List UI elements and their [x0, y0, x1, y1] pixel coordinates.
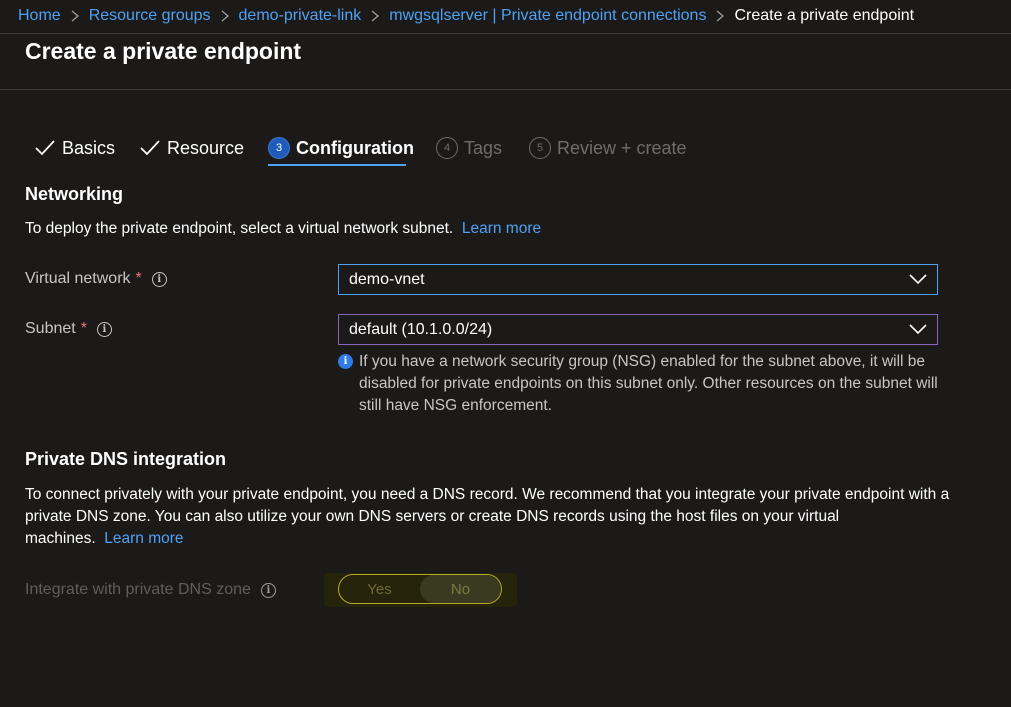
checkmark-icon: [34, 139, 56, 157]
tab-basics[interactable]: Basics: [34, 130, 115, 166]
info-icon[interactable]: i: [260, 582, 276, 598]
tab-tags[interactable]: 4 Tags: [436, 130, 502, 166]
virtual-network-label-text: Virtual network: [25, 270, 131, 287]
subnet-dropdown[interactable]: default (10.1.0.0/24): [338, 314, 938, 345]
info-icon[interactable]: i: [96, 321, 112, 337]
chevron-right-icon: [706, 7, 734, 25]
breadcrumb: Home Resource groups demo-private-link m…: [18, 7, 914, 25]
subnet-label-text: Subnet: [25, 320, 76, 337]
active-tab-indicator: [268, 164, 406, 166]
networking-learn-more-link[interactable]: Learn more: [462, 220, 541, 237]
integrate-dns-label-text: Integrate with private DNS zone: [25, 581, 251, 598]
breadcrumb-current: Create a private endpoint: [734, 7, 915, 24]
checkmark-icon: [139, 139, 161, 157]
header-divider: [0, 33, 1011, 34]
tab-label: Configuration: [296, 137, 414, 158]
tab-configuration[interactable]: 3 Configuration: [268, 130, 414, 166]
chevron-down-icon: [909, 273, 927, 285]
tab-label: Review + create: [557, 137, 687, 158]
tab-resource[interactable]: Resource: [139, 130, 244, 166]
chevron-right-icon: [361, 7, 389, 25]
subnet-value: default (10.1.0.0/24): [349, 320, 493, 338]
info-icon: i: [338, 354, 353, 369]
virtual-network-value: demo-vnet: [349, 270, 425, 288]
integrate-dns-label: Integrate with private DNS zone i: [25, 581, 276, 599]
step-number-badge: 5: [529, 137, 551, 159]
tab-review-create[interactable]: 5 Review + create: [529, 130, 687, 166]
toggle-option-yes[interactable]: Yes: [339, 575, 420, 603]
step-number-badge: 4: [436, 137, 458, 159]
nsg-info-message: i If you have a network security group (…: [338, 351, 938, 417]
breadcrumb-resource-group[interactable]: demo-private-link: [239, 7, 362, 25]
tab-label: Tags: [464, 137, 503, 158]
tab-label: Basics: [62, 137, 116, 158]
breadcrumb-endpoint-connections[interactable]: mwgsqlserver | Private endpoint connecti…: [389, 7, 706, 25]
chevron-right-icon: [211, 7, 239, 25]
chevron-right-icon: [61, 7, 89, 25]
step-number-badge: 3: [268, 137, 290, 159]
virtual-network-dropdown[interactable]: demo-vnet: [338, 264, 938, 295]
breadcrumb-home[interactable]: Home: [18, 7, 61, 25]
nsg-info-text: If you have a network security group (NS…: [359, 353, 938, 414]
dns-heading: Private DNS integration: [25, 449, 227, 469]
dns-toggle-highlight: Yes No: [324, 573, 517, 607]
subnet-label: Subnet * i: [25, 320, 112, 338]
title-divider: [0, 89, 1011, 90]
page-title: Create a private endpoint: [25, 38, 302, 64]
integrate-dns-toggle[interactable]: Yes No: [338, 574, 502, 604]
required-marker: *: [80, 320, 87, 337]
dns-learn-more-link[interactable]: Learn more: [104, 530, 183, 547]
info-icon[interactable]: i: [151, 271, 167, 287]
chevron-down-icon: [909, 323, 927, 335]
toggle-option-no[interactable]: No: [420, 575, 501, 603]
dns-description: To connect privately with your private e…: [25, 484, 955, 550]
breadcrumb-resource-groups[interactable]: Resource groups: [89, 7, 211, 25]
tab-label: Resource: [167, 137, 245, 158]
networking-description-text: To deploy the private endpoint, select a…: [25, 220, 454, 237]
networking-description: To deploy the private endpoint, select a…: [25, 218, 541, 240]
required-marker: *: [135, 270, 142, 287]
virtual-network-label: Virtual network * i: [25, 270, 167, 288]
networking-heading: Networking: [25, 184, 124, 204]
